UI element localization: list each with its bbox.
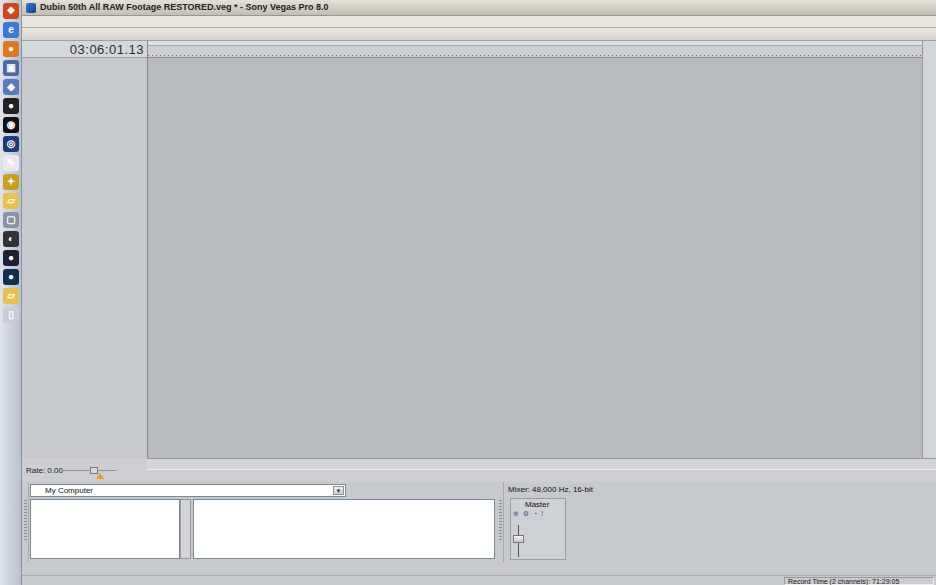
record-time-status: Record Time (2 channels): 71:29:05 [784,577,934,585]
gold-icon[interactable]: ✦ [3,174,19,190]
mixer-grip[interactable] [497,482,504,562]
explorer-file-list[interactable] [193,499,495,559]
menu-bar [22,16,936,28]
app3-icon[interactable]: ▣ [3,60,19,76]
explorer-path-value: My Computer [45,486,93,495]
app4-icon[interactable]: ◆ [3,79,19,95]
ball2-icon[interactable]: ● [3,269,19,285]
explorer-tree[interactable] [30,499,180,559]
mixer-panel: Mixer: 48,000 Hz, 16-bit Master ⊕ ⚙ ◔ ! [504,482,936,562]
media2-icon[interactable]: ◉ [3,117,19,133]
explorer-panel: My Computer ▼ [29,482,497,562]
explorer-grip[interactable] [22,482,29,562]
master-icons[interactable]: ⊕ ⚙ ◔ ! [513,510,544,518]
master-bus-strip: Master ⊕ ⚙ ◔ ! [510,498,566,560]
start-button[interactable]: ❖ [3,3,19,19]
time-ruler[interactable] [148,46,922,58]
pen-icon[interactable]: ✎ [3,155,19,171]
monitor-icon[interactable]: ▢ [3,212,19,228]
vegas-window: Dubin 50th All RAW Footage RESTORED.veg … [22,0,936,585]
timeline-horizontal-scrollbar[interactable] [147,458,936,469]
screen: ❖ e ● ▣ ◆ ● ◉ ◎ ✎ ✦ ▱ ▢ ◐ ● ● ▱ ▯ Dubin 50th All RAW Foo… [0,0,936,585]
rate-label: Rate: 0.00 [26,466,63,475]
folder2-icon[interactable]: ▱ [3,288,19,304]
explorer-path-combo[interactable]: My Computer ▼ [30,484,346,497]
app5-icon[interactable]: ◐ [3,231,19,247]
transport-bar [147,469,936,482]
dock-tabs [22,562,936,575]
explorer-tree-scrollbar[interactable] [180,499,191,559]
media3-icon[interactable]: ◎ [3,136,19,152]
folder1-icon[interactable]: ▱ [3,193,19,209]
main-toolbar [22,28,936,41]
ie-icon[interactable]: e [3,22,19,38]
master-label: Master [525,500,549,509]
rate-marker [96,473,104,479]
firefox-icon[interactable]: ● [3,41,19,57]
mixer-title: Mixer: 48,000 Hz, 16-bit [508,485,593,494]
cursor-timecode: 03:06:01.13 [70,42,144,57]
window-title: Dubin 50th All RAW Footage RESTORED.veg … [40,2,329,12]
timeline-vertical-scrollbar[interactable] [922,41,936,458]
windows-taskbar: ❖ e ● ▣ ◆ ● ◉ ◎ ✎ ✦ ▱ ▢ ◐ ● ● ▱ ▯ [0,0,22,585]
rate-slider[interactable] [62,470,117,471]
rate-control: Rate: 0.00 [22,458,147,482]
title-bar[interactable]: Dubin 50th All RAW Footage RESTORED.veg … [22,0,936,16]
master-fader-knob[interactable] [513,535,524,543]
ball1-icon[interactable]: ● [3,250,19,266]
timecode-display[interactable]: 03:06:01.13 [22,41,147,58]
media1-icon[interactable]: ● [3,98,19,114]
doc-icon[interactable]: ▯ [3,307,19,323]
app-icon [26,3,36,13]
master-fader[interactable] [518,525,519,557]
timeline[interactable] [147,41,922,458]
combo-dropdown-arrow[interactable]: ▼ [333,486,344,495]
track-list-panel: 03:06:01.13 [22,41,147,458]
window-docking-area: My Computer ▼ Mixer: 48,000 Hz, 16-bit Ma… [22,482,936,562]
status-bar: Record Time (2 channels): 71:29:05 [22,575,936,585]
